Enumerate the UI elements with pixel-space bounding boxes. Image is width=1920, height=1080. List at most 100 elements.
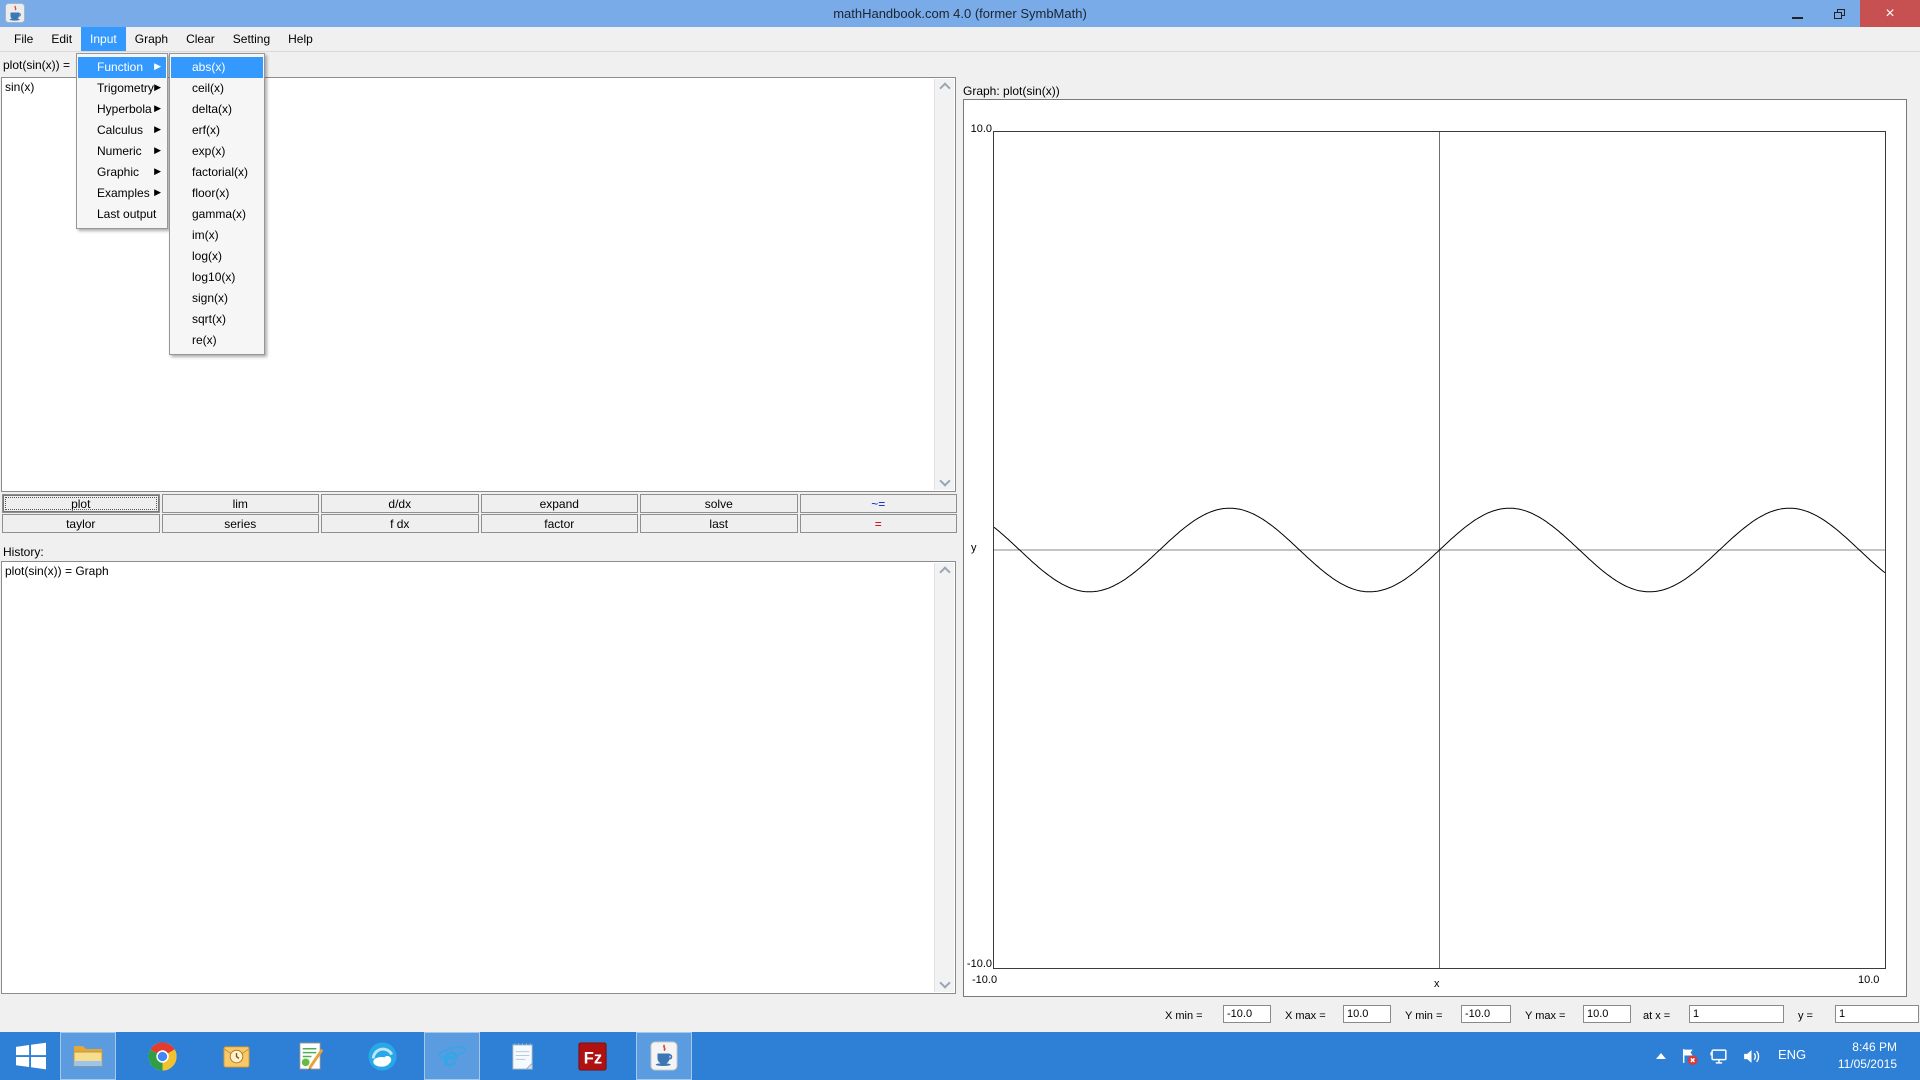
history-area[interactable]: plot(sin(x)) = Graph [1,561,956,994]
taskbar-file-explorer[interactable] [60,1032,116,1080]
submenu-item-floor[interactable]: floor(x) [171,183,263,204]
taskbar-filezilla[interactable]: Fz [564,1032,620,1080]
menu-input[interactable]: Input [81,27,126,51]
y-value-input[interactable] [1835,1005,1919,1023]
menu-item-graphic[interactable]: Graphic ▶ [78,162,166,183]
series-button[interactable]: series [161,514,319,533]
taylor-button[interactable]: taylor [2,514,160,533]
clock[interactable]: 8:46 PM 11/05/2015 [1838,1039,1897,1073]
menu-item-function[interactable]: Function ▶ [78,57,166,78]
start-button[interactable] [4,1032,58,1080]
submenu-item-gamma[interactable]: gamma(x) [171,204,263,225]
at-x-input[interactable] [1689,1005,1784,1023]
graph-panel-title: Graph: plot(sin(x)) [963,84,1060,98]
submenu-item-exp[interactable]: exp(x) [171,141,263,162]
submenu-item-sqrt[interactable]: sqrt(x) [171,309,263,330]
submenu-item-im[interactable]: im(x) [171,225,263,246]
expression-input-text: sin(x) [5,80,35,94]
menu-item-numeric[interactable]: Numeric ▶ [78,141,166,162]
submenu-item-log[interactable]: log(x) [171,246,263,267]
last-button[interactable]: last [640,514,798,533]
submenu-arrow-icon: ▶ [154,167,161,177]
language-indicator[interactable]: ENG [1778,1047,1806,1062]
submenu-item-log10[interactable]: log10(x) [171,267,263,288]
plot-frame [993,131,1886,969]
plot-button[interactable]: plot [2,494,160,513]
tray-time: 8:46 PM [1852,1040,1897,1054]
scroll-down-icon[interactable] [938,977,951,989]
taskbar-text-editor[interactable] [282,1032,338,1080]
menu-file[interactable]: File [5,27,42,51]
y-max-tick-label: 10.0 [970,123,992,135]
scroll-up-icon[interactable] [938,566,951,578]
history-entry: plot(sin(x)) = Graph [5,564,109,578]
submenu-item-delta[interactable]: delta(x) [171,99,263,120]
history-scrollbar[interactable] [934,563,954,992]
menu-edit[interactable]: Edit [42,27,81,51]
x-min-label: X min = [1165,1010,1203,1022]
submenu-item-erf[interactable]: erf(x) [171,120,263,141]
taskbar-outlook[interactable] [208,1032,264,1080]
menu-setting[interactable]: Setting [224,27,279,51]
network-icon[interactable] [1710,1047,1729,1066]
menu-item-trigometry[interactable]: Trigometry ▶ [78,78,166,99]
at-x-label: at x = [1643,1010,1671,1022]
menu-item-hyperbola[interactable]: Hyperbola ▶ [78,99,166,120]
restore-icon [1833,8,1845,19]
equals-button[interactable]: = [799,514,957,533]
scroll-down-icon[interactable] [938,475,951,487]
taskbar-java[interactable] [636,1032,692,1080]
window-title: mathHandbook.com 4.0 (former SymbMath) [833,6,1087,21]
menu-graph[interactable]: Graph [126,27,177,51]
tray-date: 11/05/2015 [1837,1057,1897,1071]
submenu-item-abs[interactable]: abs(x) [171,57,263,78]
restore-button[interactable] [1818,0,1860,27]
submenu-arrow-icon: ▶ [154,125,161,135]
menu-help[interactable]: Help [279,27,322,51]
approx-equals-button[interactable]: ~= [799,494,957,513]
lim-button[interactable]: lim [161,494,319,513]
volume-icon[interactable] [1742,1047,1761,1066]
input-scrollbar[interactable] [934,79,954,490]
integrate-button[interactable]: f dx [321,514,479,533]
scroll-up-icon[interactable] [938,82,951,94]
ddx-button[interactable]: d/dx [321,494,479,513]
x-min-input[interactable] [1223,1005,1271,1023]
submenu-arrow-icon: ▶ [154,188,161,198]
x-max-input[interactable] [1343,1005,1391,1023]
y-value-label: y = [1798,1010,1813,1022]
submenu-item-sign[interactable]: sign(x) [171,288,263,309]
x-max-tick-label: 10.0 [1858,974,1880,986]
menu-item-calculus[interactable]: Calculus ▶ [78,120,166,141]
taskbar-notepad[interactable] [494,1032,550,1080]
submenu-arrow-icon: ▶ [154,146,161,156]
history-label: History: [3,545,44,559]
taskbar-internet-explorer[interactable]: e [424,1032,480,1080]
close-button[interactable]: × [1860,0,1920,27]
file-explorer-icon [73,1046,103,1067]
factor-button[interactable]: factor [480,514,638,533]
chrome-icon [147,1041,177,1071]
menu-item-last-output[interactable]: Last output [78,204,166,225]
expand-button[interactable]: expand [480,494,638,513]
submenu-arrow-icon: ▶ [154,104,161,114]
notepad-icon [511,1042,533,1070]
taskbar-browser[interactable] [354,1032,410,1080]
submenu-item-ceil[interactable]: ceil(x) [171,78,263,99]
submenu-item-re[interactable]: re(x) [171,330,263,351]
taskbar-chrome[interactable] [134,1032,190,1080]
solve-button[interactable]: solve [640,494,798,513]
menu-item-examples[interactable]: Examples ▶ [78,183,166,204]
action-center-icon[interactable] [1680,1047,1699,1066]
x-max-label: X max = [1285,1010,1326,1022]
submenu-item-factorial[interactable]: factorial(x) [171,162,263,183]
y-max-input[interactable] [1583,1005,1631,1023]
y-min-input[interactable] [1461,1005,1511,1023]
title-bar: mathHandbook.com 4.0 (former SymbMath) × [0,0,1920,27]
outlook-icon [222,1045,250,1068]
submenu-arrow-icon: ▶ [154,83,161,93]
input-menu-dropdown: Function ▶ Trigometry ▶ Hyperbola ▶ Calculu… [76,53,168,229]
menu-clear[interactable]: Clear [177,27,224,51]
minimize-button[interactable] [1776,0,1818,27]
tray-show-hidden-icons[interactable] [1656,1053,1666,1059]
